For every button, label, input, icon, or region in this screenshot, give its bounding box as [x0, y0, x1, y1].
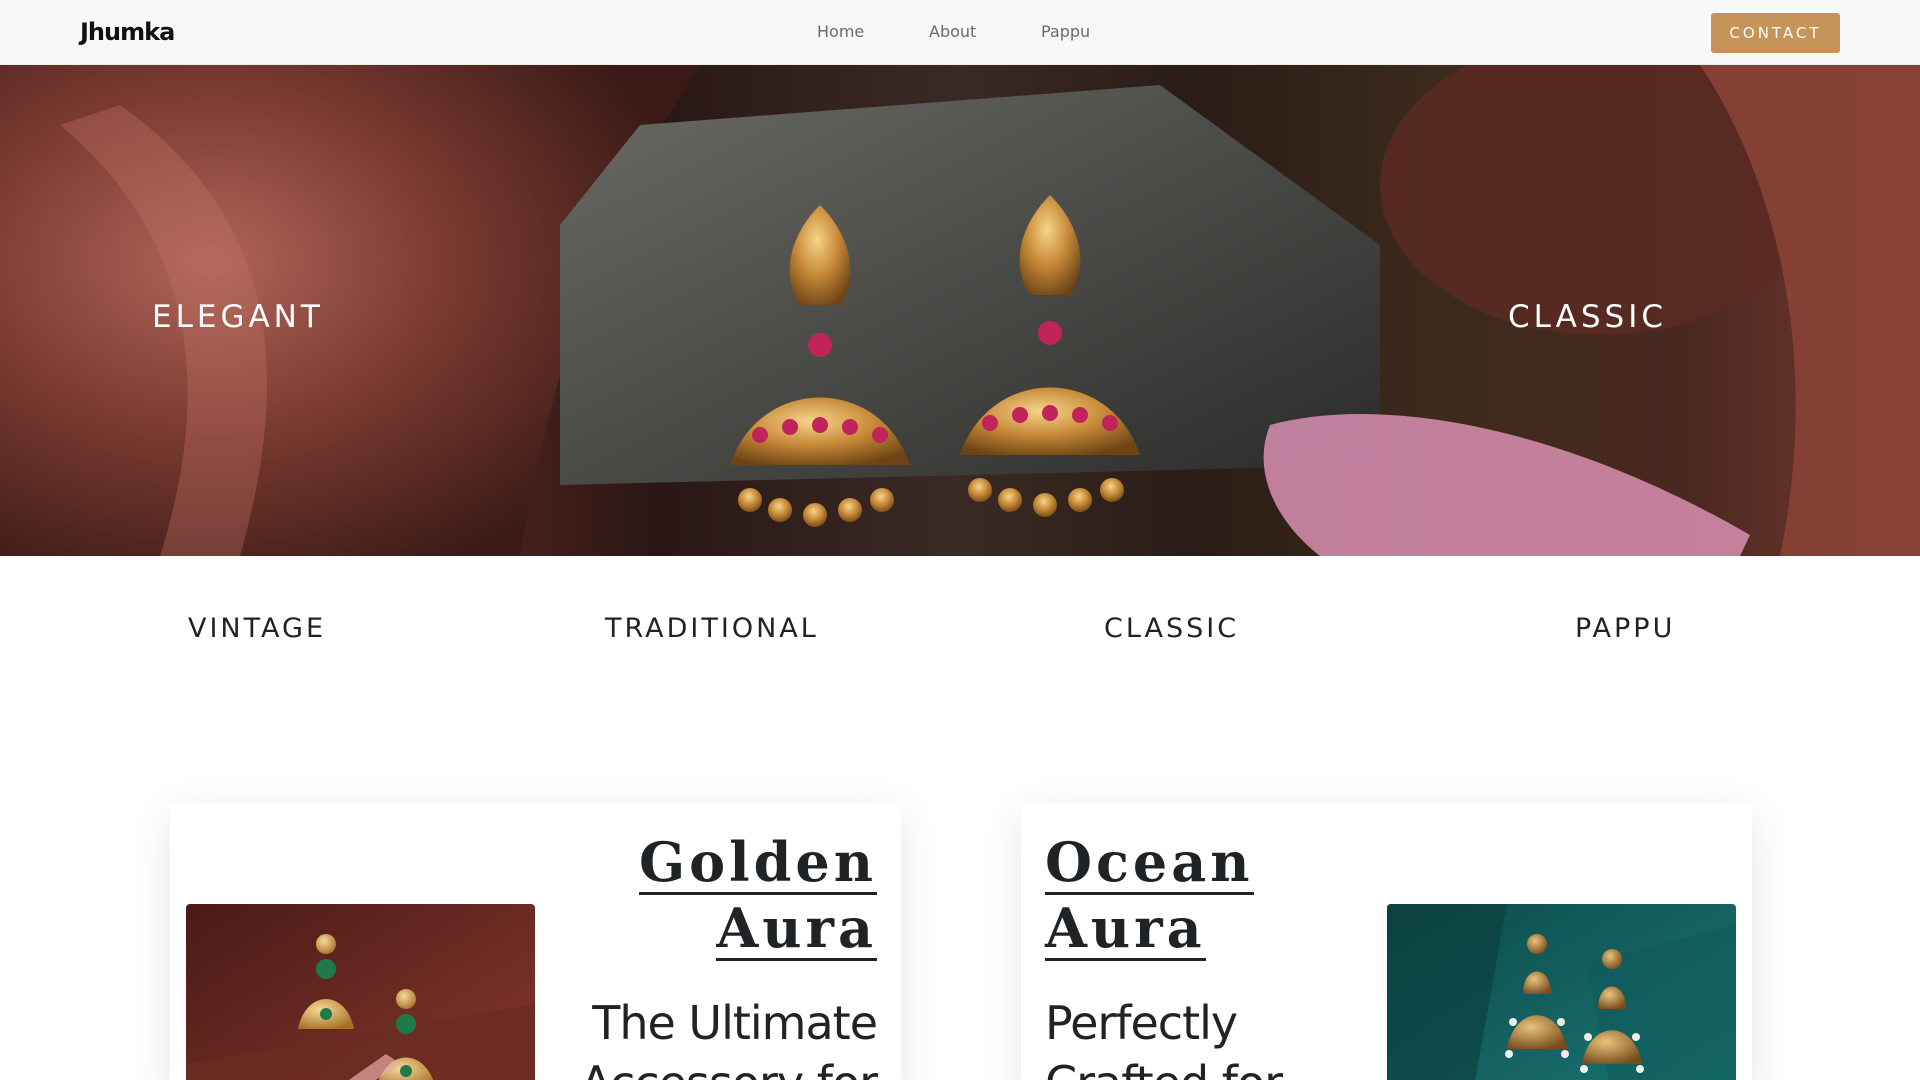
- product-card-ocean-aura[interactable]: Ocean Aura Perfectly Crafted for: [1021, 803, 1752, 1080]
- nav-link-about[interactable]: About: [929, 22, 976, 41]
- tag-word-pappu: Pappu: [1575, 602, 1676, 646]
- card-title-line2: Aura: [716, 896, 877, 961]
- product-card-golden-aura[interactable]: Golden Aura The Ultimate Accessory for: [170, 803, 901, 1080]
- hero-word-classic: Classic: [1508, 287, 1667, 338]
- ocean-earrings-image: [1387, 904, 1736, 1080]
- card-subtitle-ocean-aura: Perfectly Crafted for: [1045, 993, 1385, 1080]
- card-title-ocean-aura: Ocean Aura: [1045, 829, 1254, 961]
- nav-links: Home About Pappu: [0, 22, 1920, 46]
- card-title-golden-aura: Golden Aura: [638, 829, 877, 961]
- nav-link-home[interactable]: Home: [817, 22, 864, 41]
- hero-word-elegant: Elegant: [152, 287, 324, 338]
- hero-banner: Elegant Classic: [0, 65, 1920, 556]
- card-title-line2: Aura: [1045, 896, 1206, 961]
- card-subtitle-line2: Crafted for: [1045, 1056, 1283, 1080]
- tag-word-vintage: Vintage: [188, 602, 327, 646]
- navbar: Jhumka Home About Pappu CONTACT: [0, 0, 1920, 65]
- golden-earrings-image: [186, 904, 535, 1080]
- contact-button[interactable]: CONTACT: [1711, 13, 1840, 53]
- card-subtitle-line1: The Ultimate: [592, 996, 878, 1050]
- card-subtitle-golden-aura: The Ultimate Accessory for: [537, 993, 878, 1080]
- tag-word-classic: Classic: [1104, 602, 1240, 646]
- card-subtitle-line1: Perfectly: [1045, 996, 1238, 1050]
- tag-word-traditional: Traditional: [605, 602, 819, 646]
- card-subtitle-line2: Accessory for: [580, 1056, 878, 1080]
- card-title-line1: Ocean: [1045, 830, 1254, 895]
- nav-link-pappu[interactable]: Pappu: [1041, 22, 1090, 41]
- card-title-line1: Golden: [638, 830, 877, 895]
